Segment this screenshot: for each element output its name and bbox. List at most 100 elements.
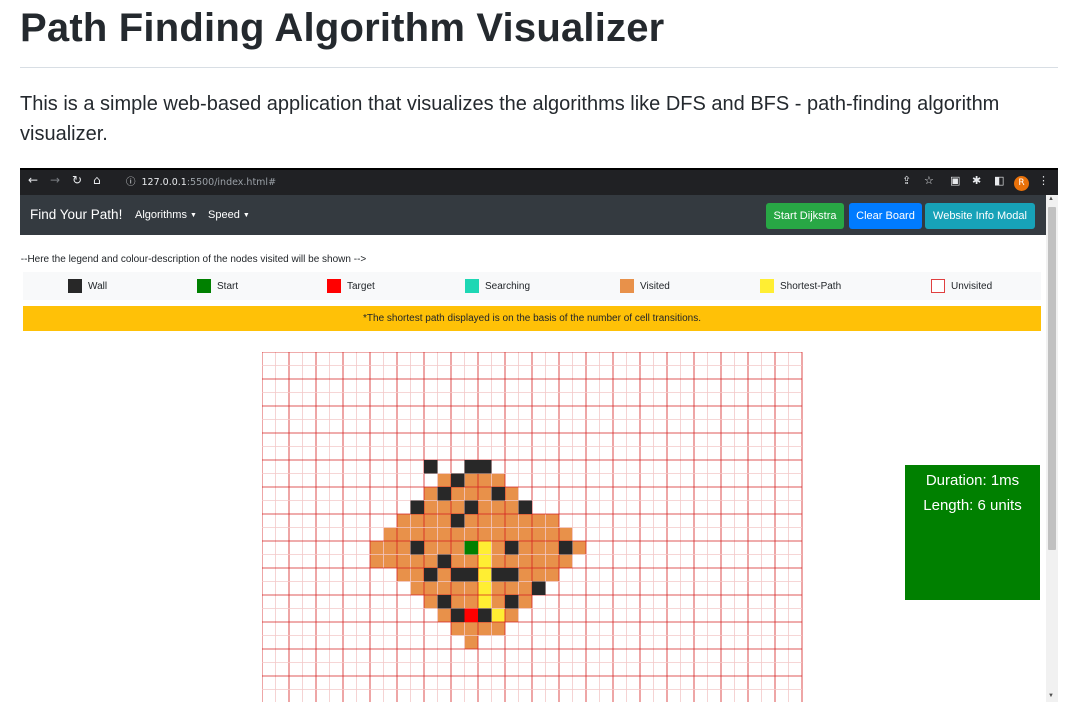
visited-cell[interactable] (464, 581, 479, 596)
visited-cell[interactable] (437, 568, 452, 582)
visited-cell[interactable] (505, 581, 519, 596)
wall-cell[interactable] (437, 595, 452, 609)
extension-icon[interactable]: ▣ (950, 174, 960, 187)
visited-cell[interactable] (464, 554, 479, 569)
visited-cell[interactable] (491, 527, 506, 542)
visited-cell[interactable] (518, 568, 533, 582)
visited-cell[interactable] (437, 473, 452, 488)
visited-cell[interactable] (464, 635, 479, 650)
scroll-down-icon[interactable]: ▼ (1048, 693, 1054, 699)
wall-cell[interactable] (424, 460, 438, 474)
visited-cell[interactable] (478, 500, 492, 515)
visited-cell[interactable] (559, 554, 573, 569)
wall-cell[interactable] (437, 487, 452, 501)
visited-cell[interactable] (383, 527, 398, 542)
side-panel-icon[interactable]: ◧ (994, 174, 1004, 187)
clear-board-button[interactable]: Clear Board (849, 203, 922, 229)
visited-cell[interactable] (545, 541, 560, 555)
wall-cell[interactable] (451, 568, 465, 582)
wall-cell[interactable] (491, 487, 506, 501)
visited-cell[interactable] (424, 514, 438, 528)
visited-cell[interactable] (370, 554, 384, 569)
visited-cell[interactable] (572, 541, 587, 555)
scroll-up-icon[interactable]: ▲ (1048, 196, 1054, 202)
visited-cell[interactable] (545, 554, 560, 569)
wall-cell[interactable] (410, 541, 425, 555)
algorithms-dropdown[interactable]: Algorithms ▼ (135, 209, 197, 221)
shortest-path-cell[interactable] (478, 568, 492, 582)
visited-cell[interactable] (545, 527, 560, 542)
visited-cell[interactable] (464, 514, 479, 528)
visited-cell[interactable] (451, 500, 465, 515)
menu-dots-icon[interactable]: ⋮ (1038, 174, 1049, 187)
visited-cell[interactable] (424, 541, 438, 555)
wall-cell[interactable] (505, 541, 519, 555)
visited-cell[interactable] (491, 500, 506, 515)
wall-cell[interactable] (464, 500, 479, 515)
visited-cell[interactable] (397, 514, 411, 528)
visited-cell[interactable] (451, 541, 465, 555)
website-info-button[interactable]: Website Info Modal (925, 203, 1035, 229)
visited-cell[interactable] (478, 622, 492, 636)
wall-cell[interactable] (437, 554, 452, 569)
start-cell[interactable] (464, 541, 479, 555)
visited-cell[interactable] (437, 514, 452, 528)
visited-cell[interactable] (410, 554, 425, 569)
visited-cell[interactable] (437, 581, 452, 596)
scrollbar[interactable]: ▲ ▼ (1046, 195, 1058, 702)
wall-cell[interactable] (464, 568, 479, 582)
visited-cell[interactable] (491, 581, 506, 596)
visited-cell[interactable] (424, 595, 438, 609)
visited-cell[interactable] (545, 514, 560, 528)
wall-cell[interactable] (464, 460, 479, 474)
grid-svg[interactable] (261, 351, 804, 702)
visited-cell[interactable] (491, 554, 506, 569)
visited-cell[interactable] (424, 554, 438, 569)
wall-cell[interactable] (559, 541, 573, 555)
visited-cell[interactable] (478, 473, 492, 488)
visited-cell[interactable] (437, 500, 452, 515)
visited-cell[interactable] (397, 541, 411, 555)
visited-cell[interactable] (424, 527, 438, 542)
wall-cell[interactable] (410, 500, 425, 515)
visited-cell[interactable] (518, 581, 533, 596)
forward-arrow-icon[interactable]: → (50, 173, 60, 187)
home-icon[interactable]: ⌂ (93, 173, 101, 187)
visited-cell[interactable] (518, 514, 533, 528)
visited-cell[interactable] (424, 500, 438, 515)
reload-icon[interactable]: ↻ (72, 173, 82, 187)
visited-cell[interactable] (518, 527, 533, 542)
visited-cell[interactable] (424, 487, 438, 501)
wall-cell[interactable] (424, 568, 438, 582)
target-cell[interactable] (464, 608, 479, 623)
visited-cell[interactable] (370, 541, 384, 555)
wall-cell[interactable] (518, 500, 533, 515)
wall-cell[interactable] (451, 608, 465, 623)
navbar-brand[interactable]: Find Your Path! (30, 207, 122, 222)
wall-cell[interactable] (478, 608, 492, 623)
visited-cell[interactable] (464, 527, 479, 542)
visited-cell[interactable] (410, 527, 425, 542)
wall-cell[interactable] (451, 473, 465, 488)
wall-cell[interactable] (491, 568, 506, 582)
visited-cell[interactable] (437, 608, 452, 623)
visited-cell[interactable] (518, 595, 533, 609)
visited-cell[interactable] (383, 554, 398, 569)
visited-cell[interactable] (491, 473, 506, 488)
visited-cell[interactable] (505, 500, 519, 515)
visited-cell[interactable] (505, 514, 519, 528)
visited-cell[interactable] (518, 554, 533, 569)
visited-cell[interactable] (451, 487, 465, 501)
visited-cell[interactable] (451, 595, 465, 609)
shortest-path-cell[interactable] (478, 581, 492, 596)
visited-cell[interactable] (464, 487, 479, 501)
visited-cell[interactable] (532, 514, 546, 528)
puzzle-icon[interactable]: ✱ (972, 174, 981, 187)
visited-cell[interactable] (491, 514, 506, 528)
visited-cell[interactable] (518, 541, 533, 555)
visited-cell[interactable] (532, 568, 546, 582)
visited-cell[interactable] (478, 527, 492, 542)
visited-cell[interactable] (451, 554, 465, 569)
visited-cell[interactable] (505, 527, 519, 542)
wall-cell[interactable] (532, 581, 546, 596)
